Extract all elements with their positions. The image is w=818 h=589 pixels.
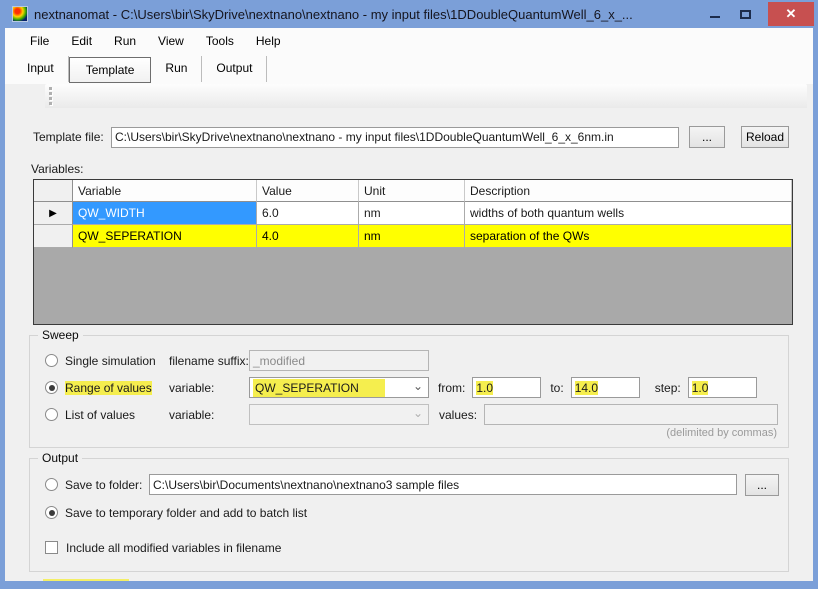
- reload-button[interactable]: Reload: [741, 126, 789, 148]
- minimize-button[interactable]: [700, 2, 730, 26]
- maximize-button[interactable]: [730, 2, 760, 26]
- toolstrip: [45, 84, 807, 108]
- table-cell-value[interactable]: 4.0: [257, 225, 359, 248]
- col-header-description[interactable]: Description: [465, 180, 792, 202]
- row-selector[interactable]: [34, 225, 73, 248]
- table-cell-variable[interactable]: QW_WIDTH: [73, 202, 257, 225]
- row-selector-icon: ▶: [49, 208, 57, 219]
- save-to-folder-row: Save to folder: C:\Users\bir\Documents\n…: [45, 474, 779, 495]
- from-input[interactable]: 1.0: [472, 377, 541, 398]
- row-selector[interactable]: ▶: [34, 202, 73, 225]
- range-of-values-label: Range of values: [65, 381, 152, 395]
- col-header-unit[interactable]: Unit: [359, 180, 465, 202]
- grid-corner-cell: [34, 180, 73, 202]
- values-label: values:: [439, 408, 477, 422]
- table-cell-description[interactable]: separation of the QWs: [465, 225, 792, 248]
- menu-bar: File Edit Run View Tools Help: [5, 28, 813, 54]
- tab-template[interactable]: Template: [69, 57, 152, 83]
- table-cell-description[interactable]: widths of both quantum wells: [465, 202, 792, 225]
- list-of-values-radio[interactable]: [45, 408, 58, 421]
- delimited-note: (delimited by commas): [39, 427, 777, 439]
- list-variable-dropdown[interactable]: ⌄: [249, 404, 429, 425]
- close-icon: ✕: [786, 6, 797, 22]
- save-to-folder-radio[interactable]: [45, 478, 58, 491]
- col-header-value[interactable]: Value: [257, 180, 359, 202]
- save-to-folder-label: Save to folder:: [65, 478, 142, 492]
- maximize-icon: [740, 10, 751, 19]
- list-variable-label: variable:: [169, 408, 249, 422]
- menu-help[interactable]: Help: [245, 30, 292, 52]
- template-file-value: C:\Users\bir\SkyDrive\nextnano\nextnano …: [115, 130, 614, 144]
- menu-view[interactable]: View: [147, 30, 195, 52]
- tab-strip: Input Template Run Output: [5, 54, 813, 84]
- client-area: File Edit Run View Tools Help Input Temp…: [5, 28, 813, 581]
- values-input[interactable]: [484, 404, 778, 425]
- include-variables-label: Include all modified variables in filena…: [66, 541, 281, 555]
- grip-icon[interactable]: [49, 87, 52, 105]
- tab-output[interactable]: Output: [202, 56, 267, 82]
- output-legend: Output: [38, 451, 82, 465]
- include-variables-checkbox[interactable]: [45, 541, 58, 554]
- filename-suffix-input[interactable]: _modified: [249, 350, 429, 371]
- minimize-icon: [710, 16, 720, 18]
- list-of-values-row: List of values variable: ⌄ values:: [45, 404, 779, 425]
- sweep-legend: Sweep: [38, 328, 83, 342]
- title-bar[interactable]: nextnanomat - C:\Users\bir\SkyDrive\next…: [0, 0, 818, 28]
- app-icon: [12, 6, 28, 22]
- col-header-variable[interactable]: Variable: [73, 180, 257, 202]
- template-browse-button[interactable]: ...: [689, 126, 725, 148]
- single-simulation-row: Single simulation filename suffix: _modi…: [45, 350, 779, 371]
- close-button[interactable]: ✕: [768, 2, 814, 26]
- menu-tools[interactable]: Tools: [195, 30, 245, 52]
- step-input[interactable]: 1.0: [688, 377, 757, 398]
- template-file-label: Template file:: [33, 130, 105, 144]
- tab-run[interactable]: Run: [151, 56, 202, 82]
- variables-grid: Variable Value Unit Description ▶ QW_WID…: [33, 179, 793, 325]
- to-input[interactable]: 14.0: [571, 377, 640, 398]
- menu-file[interactable]: File: [19, 30, 60, 52]
- range-variable-dropdown[interactable]: QW_SEPERATION ⌄: [249, 377, 429, 398]
- output-folder-input[interactable]: C:\Users\bir\Documents\nextnano\nextnano…: [149, 474, 737, 495]
- filename-suffix-label: filename suffix:: [169, 354, 249, 368]
- table-cell-variable[interactable]: QW_SEPERATION: [73, 225, 257, 248]
- toolstrip-row: [5, 84, 813, 110]
- table-cell-unit[interactable]: nm: [359, 202, 465, 225]
- template-file-row: Template file: C:\Users\bir\SkyDrive\nex…: [33, 126, 789, 148]
- menu-run[interactable]: Run: [103, 30, 147, 52]
- output-browse-button[interactable]: ...: [745, 474, 779, 496]
- include-variables-row: Include all modified variables in filena…: [45, 537, 779, 558]
- template-file-input[interactable]: C:\Users\bir\SkyDrive\nextnano\nextnano …: [111, 127, 679, 148]
- save-temp-radio[interactable]: [45, 506, 58, 519]
- step-label: step:: [655, 381, 681, 395]
- save-temp-label: Save to temporary folder and add to batc…: [65, 506, 307, 520]
- list-of-values-label: List of values: [65, 408, 135, 422]
- range-of-values-radio[interactable]: [45, 381, 58, 394]
- save-temp-row: Save to temporary folder and add to batc…: [45, 502, 779, 523]
- tab-input[interactable]: Input: [13, 56, 69, 82]
- range-variable-label: variable:: [169, 381, 249, 395]
- window-title: nextnanomat - C:\Users\bir\SkyDrive\next…: [34, 7, 633, 22]
- table-cell-value[interactable]: 6.0: [257, 202, 359, 225]
- single-simulation-radio[interactable]: [45, 354, 58, 367]
- chevron-down-icon: ⌄: [413, 379, 423, 393]
- menu-edit[interactable]: Edit: [60, 30, 103, 52]
- table-cell-unit[interactable]: nm: [359, 225, 465, 248]
- chevron-down-icon: ⌄: [413, 406, 423, 420]
- variables-label: Variables:: [31, 162, 813, 176]
- range-of-values-row: Range of values variable: QW_SEPERATION …: [45, 377, 779, 398]
- single-simulation-label: Single simulation: [65, 354, 156, 368]
- to-label: to:: [550, 381, 563, 395]
- from-label: from:: [438, 381, 465, 395]
- app-window: nextnanomat - C:\Users\bir\SkyDrive\next…: [0, 0, 818, 589]
- sweep-groupbox: Sweep Single simulation filename suffix:…: [29, 335, 789, 448]
- output-groupbox: Output Save to folder: C:\Users\bir\Docu…: [29, 458, 789, 572]
